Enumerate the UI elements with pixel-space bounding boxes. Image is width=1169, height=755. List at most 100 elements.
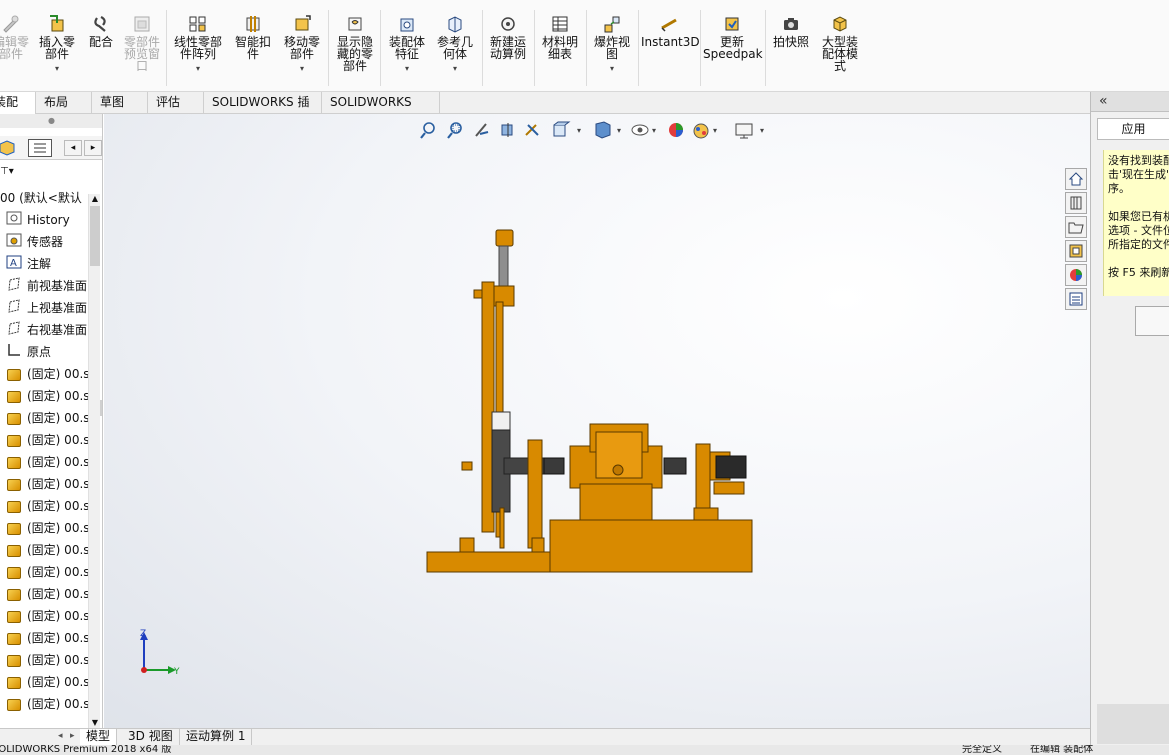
tab-3d-views[interactable]: 3D 视图 [122,729,180,745]
filter-icon[interactable]: ⊤▾ [0,166,20,180]
chevron-down-icon[interactable]: ▾ [432,63,478,75]
y-axis-label: Y [173,667,180,677]
reference-geometry-button[interactable]: 参考几 何体 ▾ [432,14,478,75]
chevron-down-icon[interactable]: ▾ [280,63,324,75]
plane-icon [5,298,23,319]
tab-solidworks-addins[interactable]: SOLIDWORKS 插件 [204,92,322,130]
large-assembly-mode-button[interactable]: 大型装 配体模 式 [817,14,863,72]
tree-item-plane[interactable]: 右视基准面 [0,320,87,340]
custom-properties-icon[interactable] [1065,288,1087,310]
scroll-left-icon[interactable]: ◂ [64,140,82,156]
tree-item-label: (固定) 00.s [27,543,90,557]
base-bolt [531,537,545,553]
design-library-icon[interactable] [1065,192,1087,214]
linear-pattern-button[interactable]: 线性零部 件阵列 ▾ [170,14,226,75]
tree-item-part[interactable]: (固定) 00.s [0,650,90,670]
tree-item-part[interactable]: (固定) 00.s [0,364,90,384]
disc-support [499,507,505,549]
tab-model[interactable]: 模型 [80,729,118,745]
move-component-button[interactable]: 移动零 部件 ▾ [280,14,324,75]
tree-item-label: 前视基准面 [27,279,88,293]
smart-fasteners-button[interactable]: 智能扣 件 [232,14,274,60]
tree-item-part[interactable]: (固定) 00.s [0,452,90,472]
tree-item-part[interactable]: (固定) 00.s [0,628,90,648]
chevron-down-icon[interactable]: ▾ [170,63,226,75]
scroll-up-icon[interactable]: ▲ [89,194,101,204]
component-preview-button[interactable]: 零部件 预览窗 口 [120,14,164,72]
tree-item-part[interactable]: (固定) 00.s [0,430,90,450]
tree-item-part[interactable]: (固定) 00.s [0,386,90,406]
camera-icon [784,18,798,30]
tree-item-sensor[interactable]: 传感器 [0,232,63,252]
bill-of-materials-button[interactable]: 材料明 细表 [538,14,582,60]
graphics-area[interactable]: ▾ ▾ ▾ ▾ ▾ ⧉ ⧉ — ❐ ✕ [104,114,1090,728]
view-palette-icon[interactable] [1065,240,1087,262]
tree-scrollbar-thumb[interactable] [90,206,100,266]
scroll-down-icon[interactable]: ▼ [89,718,101,728]
instant3d-button[interactable]: Instant3D [641,14,700,48]
tab-motion-study-1[interactable]: 运动算例 1 [180,729,253,745]
file-explorer-icon[interactable] [1065,216,1087,238]
tree-item-label: 传感器 [27,235,64,249]
tree-item-history[interactable]: History [0,210,70,230]
tree-item-label: (固定) 00.s [27,565,90,579]
tree-item-origin[interactable]: 原点 [0,342,51,362]
solidworks-resources-icon[interactable] [1065,168,1087,190]
tree-item-part[interactable]: (固定) 00.s [0,540,90,560]
edit-component-button[interactable]: 编辑零 部件 [0,14,30,60]
feature-tree-tab-icon[interactable] [0,139,16,157]
appearances-scenes-icon[interactable] [1065,264,1087,286]
plane-icon [5,276,23,297]
tree-item-label: (固定) 00.s [27,587,90,601]
update-speedpak-button[interactable]: 更新 Speedpak [703,14,763,60]
generate-now-button[interactable] [1135,306,1169,336]
tree-item-part[interactable]: (固定) 00.s [0,694,90,714]
panel-collapse-handle[interactable] [100,400,102,416]
tree-item-part[interactable]: (固定) 00.s [0,408,90,428]
take-snapshot-button[interactable]: 拍快照 [769,14,813,48]
scroll-right-icon[interactable]: ▸ [84,140,102,156]
property-manager-tab-icon[interactable] [28,139,52,157]
tab-evaluate[interactable]: 评估 [148,92,204,114]
tree-item-part[interactable]: (固定) 00.s [0,496,90,516]
tree-item-part[interactable]: (固定) 00.s [0,672,90,692]
show-hidden-icon [348,17,362,31]
tree-item-part[interactable]: (固定) 00.s [0,606,90,626]
tree-item-part[interactable]: (固定) 00.s [0,474,90,494]
chevron-down-icon[interactable]: ▾ [590,63,634,75]
tree-item-part[interactable]: (固定) 00.s [0,518,90,538]
status-definition: 完全定义 [962,745,1002,755]
assembly-features-button[interactable]: 装配体 特征 ▾ [384,14,430,75]
apply-button[interactable]: 应用 [1097,118,1169,140]
tree-item-part[interactable]: (固定) 00.s [0,584,90,604]
tree-item-plane[interactable]: 上视基准面 [0,298,87,318]
new-motion-study-button[interactable]: 新建运 动算例 [486,14,530,60]
chevron-down-icon[interactable]: ▾ [384,63,430,75]
bom-icon [552,16,568,32]
part-icon [5,519,23,539]
tab-sketch[interactable]: 草图 [92,92,148,114]
tree-root-assembly[interactable]: 00 (默认<默认 [0,188,82,208]
show-hidden-components-button[interactable]: 显示隐 藏的零 部件 [332,14,378,72]
tab-scroll-left-icon[interactable]: ◂ [58,731,63,741]
tab-solidworks-mbd[interactable]: SOLIDWORKS MBD [322,92,440,130]
part-icon [5,475,23,495]
mate-button[interactable]: 配合 [86,14,116,48]
panel-splitter-handle[interactable]: ● [0,114,102,128]
chevron-down-icon[interactable]: ▾ [36,63,78,75]
task-pane-message: 没有找到装配 击'现在生成' 序。 如果您已有机 选项 - 文件位 所指定的文件… [1103,150,1169,296]
tab-scroll-right-icon[interactable]: ▸ [70,731,75,741]
collapse-pane-icon[interactable]: « [1099,93,1108,109]
insert-components-button[interactable]: 插入零 部件 ▾ [36,14,78,75]
tab-assembly[interactable]: 装配体 [0,92,36,130]
exploded-view-button[interactable]: 爆炸视 图 ▾ [590,14,634,75]
assembly-model-view[interactable] [104,114,1090,728]
foot-bracket [693,507,719,521]
tree-item-annotation[interactable]: A 注解 [0,254,51,274]
tree-scrollbar[interactable]: ▲ ▼ [88,194,100,728]
tree-item-label: 上视基准面 [27,301,88,315]
tree-item-part[interactable]: (固定) 00.s [0,562,90,582]
ribbon-separator [534,10,535,86]
tree-item-plane[interactable]: 前视基准面 [0,276,87,296]
tab-layout[interactable]: 布局 [36,92,92,114]
